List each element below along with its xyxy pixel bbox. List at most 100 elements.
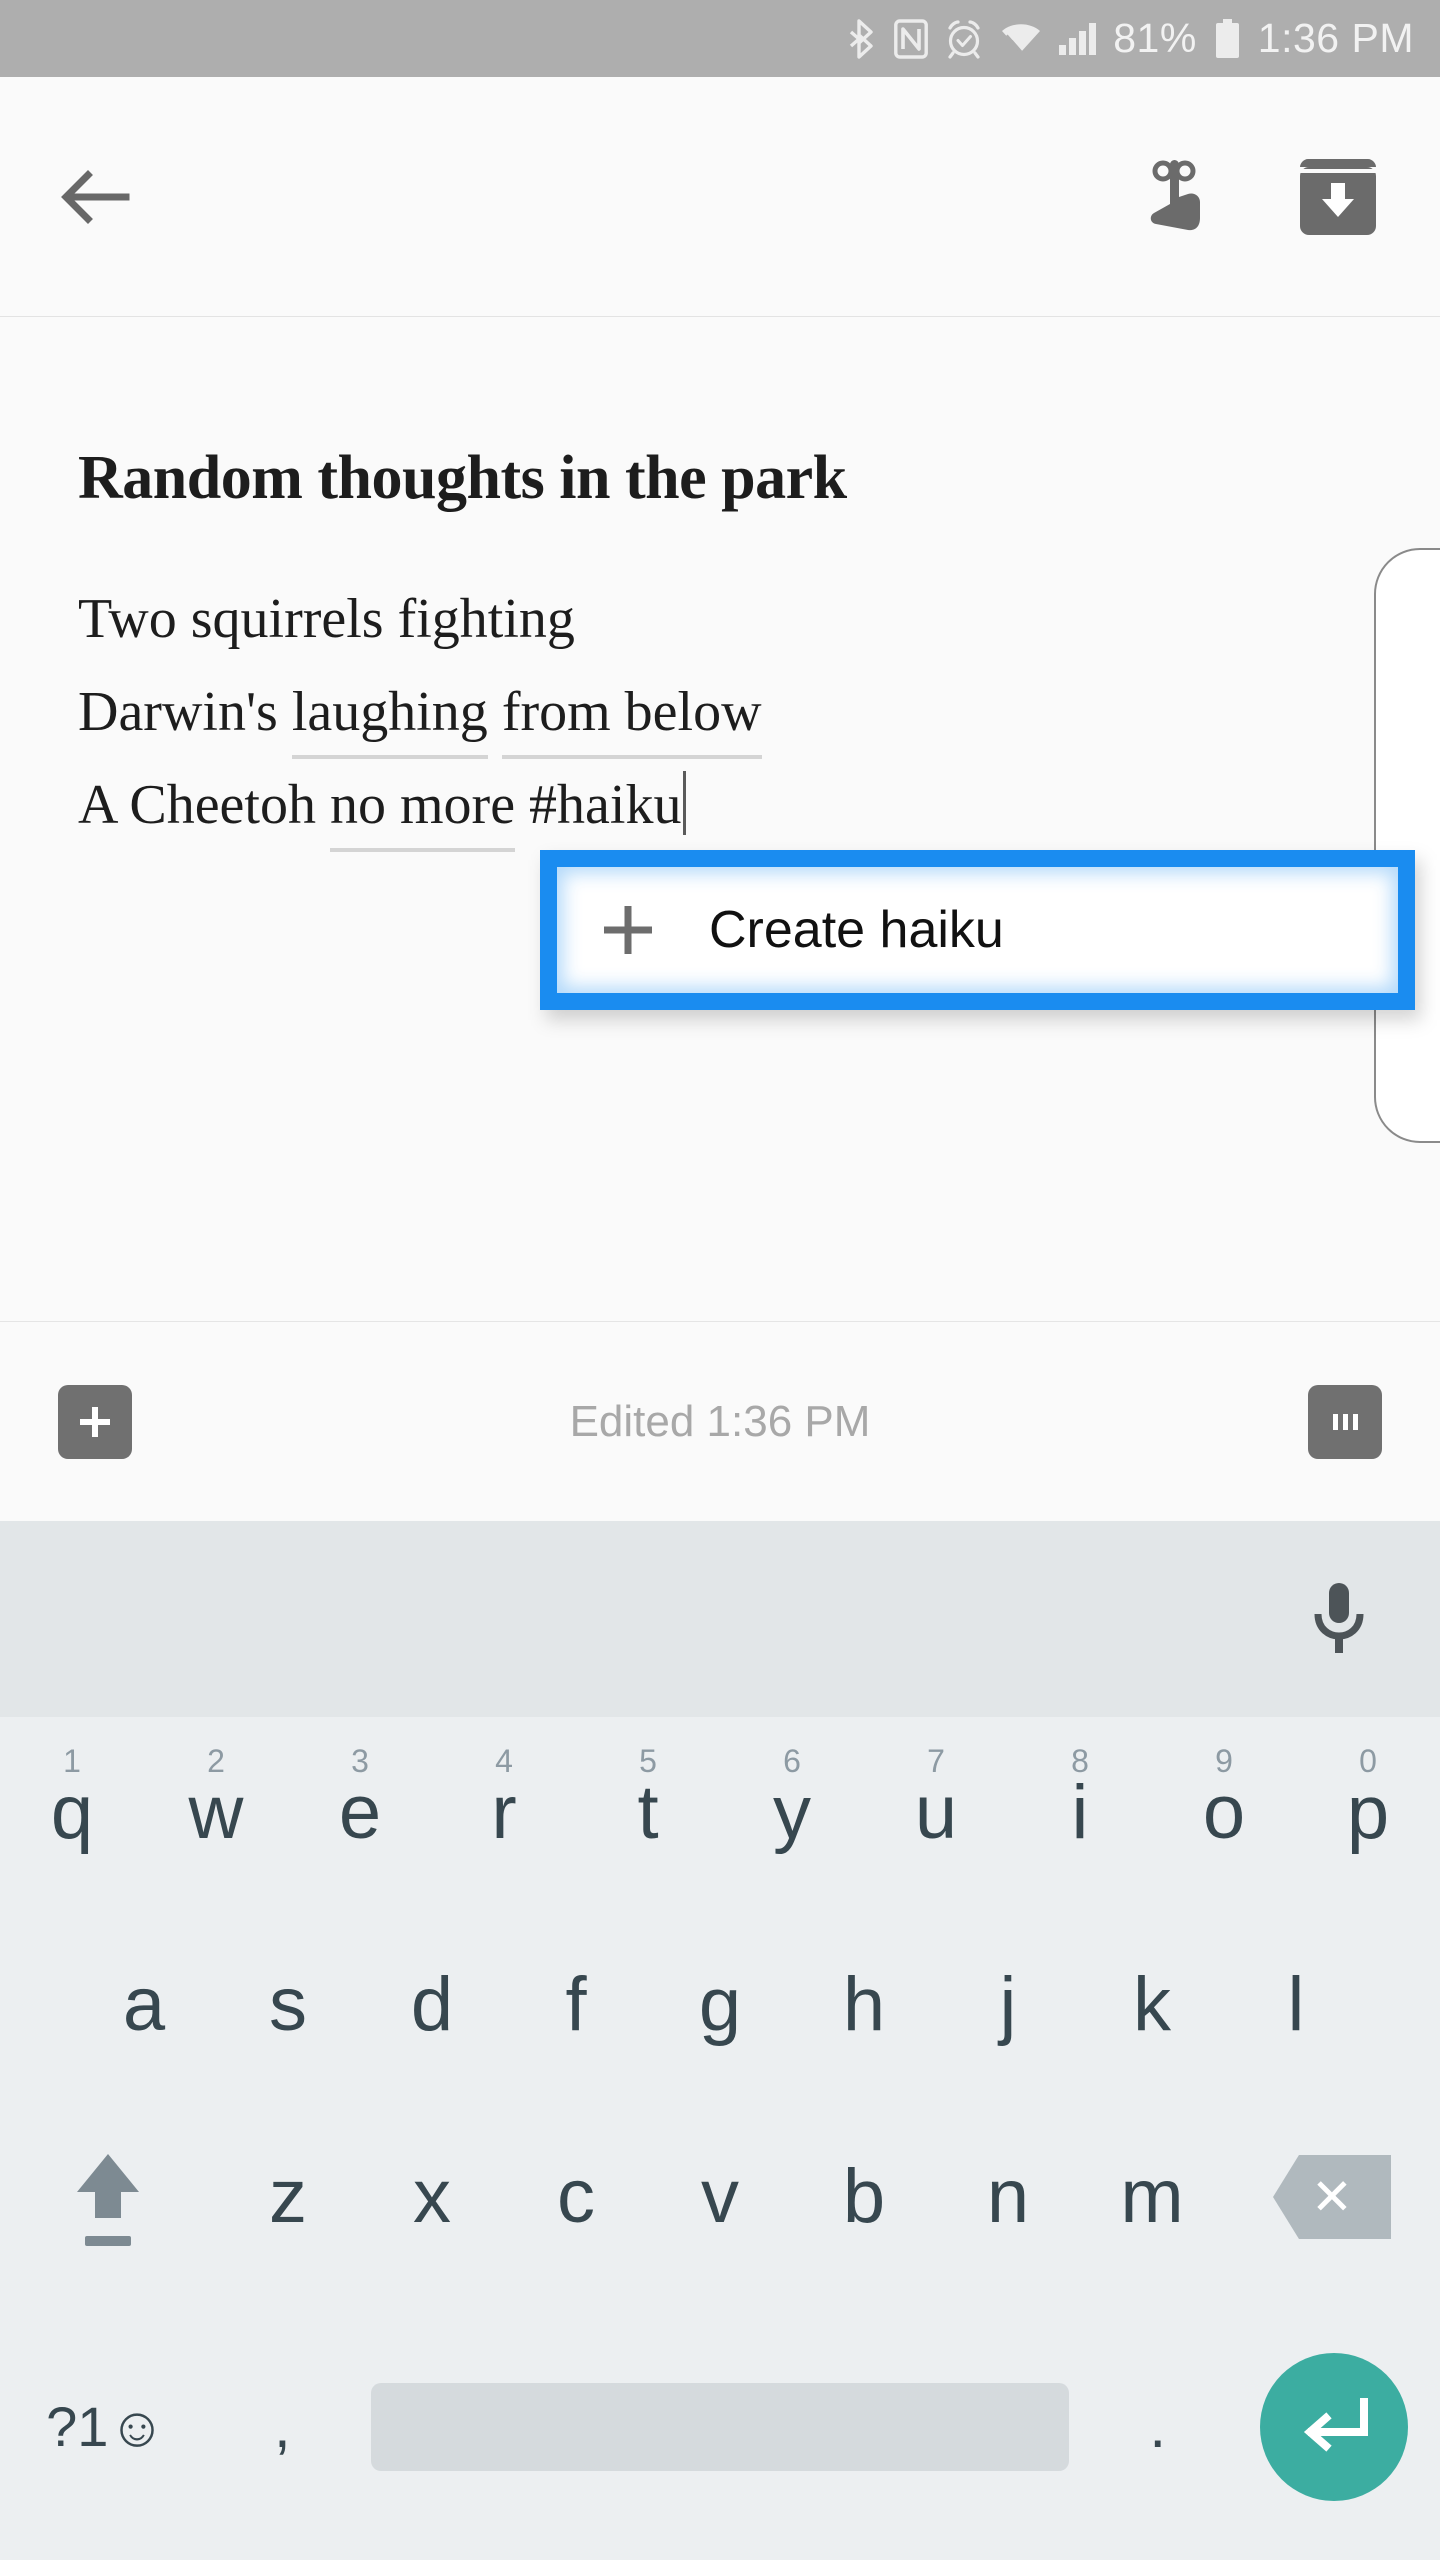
key-m[interactable]: m: [1080, 2101, 1224, 2293]
key-label: z: [269, 2154, 307, 2239]
key-label: s: [269, 1962, 307, 2047]
key-o[interactable]: 9o: [1152, 1717, 1296, 1909]
key-label: ,: [274, 2392, 291, 2460]
key-j[interactable]: j: [936, 1909, 1080, 2101]
note-editor[interactable]: Random thoughts in the park Two squirrel…: [0, 318, 1440, 1321]
reminder-finger-icon[interactable]: [1138, 156, 1210, 238]
shift-key[interactable]: [0, 2101, 216, 2293]
wifi-icon: [1002, 23, 1041, 53]
backspace-key[interactable]: ✕: [1224, 2101, 1440, 2293]
space-key[interactable]: [353, 2293, 1087, 2560]
plus-icon: [604, 906, 652, 954]
edited-timestamp: Edited 1:36 PM: [569, 1396, 871, 1446]
key-label: k: [1133, 1962, 1171, 2047]
key-label: u: [914, 1770, 958, 1855]
key-number-label: 7: [927, 1743, 945, 1779]
alarm-icon: [948, 19, 980, 59]
keyboard-row-2: a sdf g h j kl: [0, 1909, 1440, 2101]
keyboard-row-1: 1q2w3e4r5t6y7u8i9o0p: [0, 1717, 1440, 1909]
back-arrow-icon[interactable]: [58, 167, 130, 227]
key-s[interactable]: s: [216, 1909, 360, 2101]
enter-icon: [1260, 2352, 1409, 2501]
key-label: a: [122, 1962, 166, 2047]
key-label: b: [842, 2154, 886, 2239]
key-q[interactable]: 1q: [0, 1717, 144, 1909]
key-t[interactable]: 5t: [576, 1717, 720, 1909]
note-footer-bar: Edited 1:36 PM: [0, 1321, 1440, 1521]
key-z[interactable]: z: [216, 2101, 360, 2293]
enter-key[interactable]: [1228, 2293, 1440, 2560]
add-attachment-button[interactable]: [58, 1384, 132, 1459]
note-text: A Cheetoh: [78, 774, 330, 836]
create-haiku-popup[interactable]: Create haiku: [540, 850, 1421, 1020]
key-a[interactable]: a: [72, 1909, 216, 2101]
note-body-text[interactable]: Two squirrels fighting Darwin's laughing…: [78, 573, 762, 852]
key-k[interactable]: k: [1080, 1909, 1224, 2101]
key-number-label: 5: [639, 1743, 657, 1779]
key-number-label: 2: [207, 1743, 225, 1779]
note-text: [488, 681, 502, 743]
shift-icon: [71, 2148, 145, 2246]
key-w[interactable]: 2w: [144, 1717, 288, 1909]
on-screen-keyboard[interactable]: 1q2w3e4r5t6y7u8i9o0p asdfghjkl z x c v b…: [0, 1717, 1440, 2560]
note-text: Darwin's: [78, 681, 292, 743]
key-label: r: [491, 1770, 517, 1855]
key-label: n: [986, 2154, 1030, 2239]
key-u[interactable]: 7u: [864, 1717, 1008, 1909]
key-v[interactable]: v: [648, 2101, 792, 2293]
key-n[interactable]: n: [936, 2101, 1080, 2293]
key-number-label: 9: [1215, 1743, 1233, 1779]
more-options-button[interactable]: [1308, 1384, 1382, 1459]
period-key[interactable]: .: [1087, 2293, 1228, 2560]
key-f[interactable]: f: [504, 1909, 648, 2101]
key-label: c: [557, 2154, 595, 2239]
backspace-icon: ✕: [1273, 2155, 1391, 2239]
key-p[interactable]: 0p: [1296, 1717, 1440, 1909]
offscreen-panel-outline: [1374, 548, 1440, 1143]
status-bar: 81% 1:36 PM: [0, 0, 1440, 77]
plus-icon: [80, 1406, 110, 1437]
keyboard-row-3: z x c v b n m ✕: [0, 2101, 1440, 2293]
key-g[interactable]: g: [648, 1909, 792, 2101]
note-line-2: Darwin's laughing from below: [78, 666, 762, 759]
keyboard-suggestion-strip: [0, 1521, 1440, 1717]
archive-icon[interactable]: [1298, 157, 1378, 237]
note-title[interactable]: Random thoughts in the park: [78, 443, 847, 514]
key-y[interactable]: 6y: [720, 1717, 864, 1909]
create-haiku-button[interactable]: Create haiku: [557, 867, 1398, 993]
note-line-3: A Cheetoh no more #haiku: [78, 759, 762, 852]
microphone-icon[interactable]: [1308, 1581, 1370, 1657]
key-e[interactable]: 3e: [288, 1717, 432, 1909]
key-label: g: [698, 1962, 742, 2047]
key-label: y: [773, 1770, 811, 1855]
key-number-label: 1: [63, 1743, 81, 1779]
key-r[interactable]: 4r: [432, 1717, 576, 1909]
key-label: j: [999, 1962, 1017, 2047]
key-label: h: [842, 1962, 886, 2047]
key-x[interactable]: x: [360, 2101, 504, 2293]
battery-icon: [1215, 18, 1239, 58]
note-line-1: Two squirrels fighting: [78, 573, 762, 666]
key-c[interactable]: c: [504, 2101, 648, 2293]
key-number-label: 3: [351, 1743, 369, 1779]
note-text-underlined: from below: [502, 666, 762, 759]
symbols-key[interactable]: ?1☺: [0, 2293, 212, 2560]
key-l[interactable]: l: [1224, 1909, 1368, 2101]
key-number-label: 4: [495, 1743, 513, 1779]
shift-underline: [85, 2236, 131, 2246]
key-d[interactable]: d: [360, 1909, 504, 2101]
key-label: p: [1346, 1770, 1390, 1855]
spacebar-surface: [370, 2382, 1070, 2471]
key-i[interactable]: 8i: [1008, 1717, 1152, 1909]
key-h[interactable]: h: [792, 1909, 936, 2101]
comma-key[interactable]: ,: [212, 2293, 353, 2560]
key-number-label: 8: [1071, 1743, 1089, 1779]
key-label: v: [701, 2154, 739, 2239]
key-label: f: [565, 1962, 587, 2047]
nfc-icon: [894, 18, 929, 59]
key-label: q: [50, 1770, 94, 1855]
overflow-dots-icon: [1332, 1413, 1358, 1430]
battery-percent-label: 81%: [1113, 15, 1197, 61]
key-b[interactable]: b: [792, 2101, 936, 2293]
note-text: #haiku: [515, 774, 682, 836]
